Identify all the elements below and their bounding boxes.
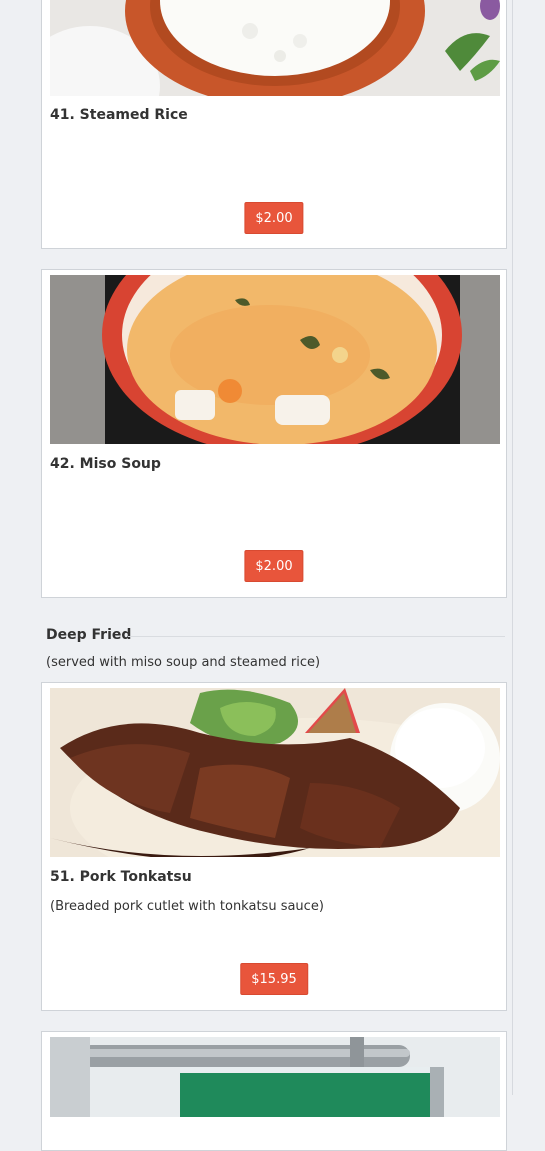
steamed-rice-photo	[50, 0, 500, 96]
page-divider	[512, 0, 513, 1095]
menu-item-card-miso-soup[interactable]: 42. Miso Soup $2.00	[41, 269, 507, 598]
item-title: 51. Pork Tonkatsu	[50, 869, 192, 885]
section-description: (served with miso soup and steamed rice)	[46, 655, 321, 670]
menu-item-card-steamed-rice[interactable]: 41. Steamed Rice $2.00	[41, 0, 507, 249]
section-title: Deep Fried	[46, 627, 132, 643]
add-to-cart-button[interactable]: $15.95	[240, 963, 308, 995]
section-divider	[128, 636, 505, 637]
add-to-cart-button[interactable]: $2.00	[244, 550, 304, 582]
menu-item-card-next[interactable]	[41, 1031, 507, 1151]
item-title: 42. Miso Soup	[50, 456, 161, 472]
item-title: 41. Steamed Rice	[50, 107, 188, 123]
miso-soup-photo	[50, 275, 500, 444]
item-description: (Breaded pork cutlet with tonkatsu sauce…	[50, 899, 324, 914]
menu-item-card-pork-tonkatsu[interactable]: 51. Pork Tonkatsu (Breaded pork cutlet w…	[41, 682, 507, 1011]
add-to-cart-button[interactable]: $2.00	[244, 202, 304, 234]
pork-tonkatsu-photo	[50, 688, 500, 857]
next-item-photo	[50, 1037, 500, 1117]
